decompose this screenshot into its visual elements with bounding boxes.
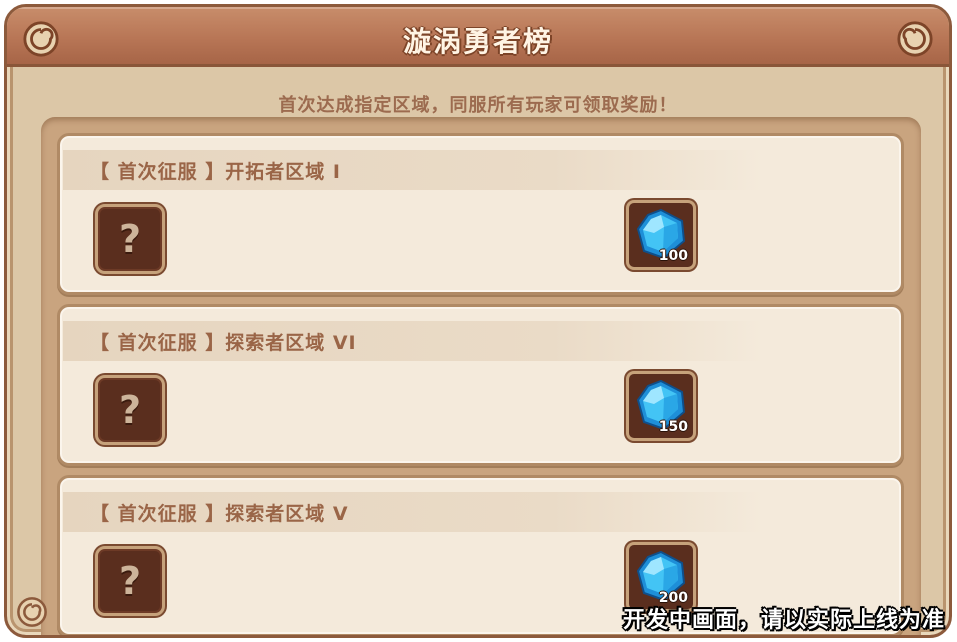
locked-player-slot[interactable]: ? — [95, 546, 165, 616]
reward-item-slot[interactable]: 100 — [626, 200, 696, 270]
row-title: 【 首次征服 】探索者区域 VI — [90, 332, 357, 354]
leaderboard-panel: 漩涡勇者榜 首次达成指定区域，同服所有玩家可领取奖励！ 【 首次征服 】开拓者区… — [4, 4, 952, 638]
list-item: 【 首次征服 】开拓者区域 I ? 100 — [57, 133, 904, 295]
reward-quantity: 150 — [658, 419, 688, 435]
row-title: 【 首次征服 】开拓者区域 I — [90, 161, 341, 183]
dev-build-watermark: 开发中画面，请以实际上线为准 — [622, 608, 945, 633]
swirl-ornament-icon — [895, 19, 935, 59]
row-title: 【 首次征服 】探索者区域 V — [90, 503, 349, 525]
list-item: 【 首次征服 】探索者区域 VI ? 150 — [57, 304, 904, 466]
locked-player-slot[interactable]: ? — [95, 204, 165, 274]
rewards-list[interactable]: 【 首次征服 】开拓者区域 I ? 100 【 首次征服 】探索者区域 VI ? — [41, 117, 921, 635]
reward-item-slot[interactable]: 150 — [626, 371, 696, 441]
question-mark-icon: ? — [118, 217, 142, 261]
panel-subtitle: 首次达成指定区域，同服所有玩家可领取奖励！ — [278, 95, 678, 116]
reward-quantity: 100 — [658, 248, 688, 264]
locked-player-slot[interactable]: ? — [95, 375, 165, 445]
question-mark-icon: ? — [118, 559, 142, 603]
question-mark-icon: ? — [118, 388, 142, 432]
swirl-ornament-icon — [15, 595, 49, 629]
title-bar: 漩涡勇者榜 — [7, 7, 949, 67]
panel-title: 漩涡勇者榜 — [402, 25, 553, 58]
